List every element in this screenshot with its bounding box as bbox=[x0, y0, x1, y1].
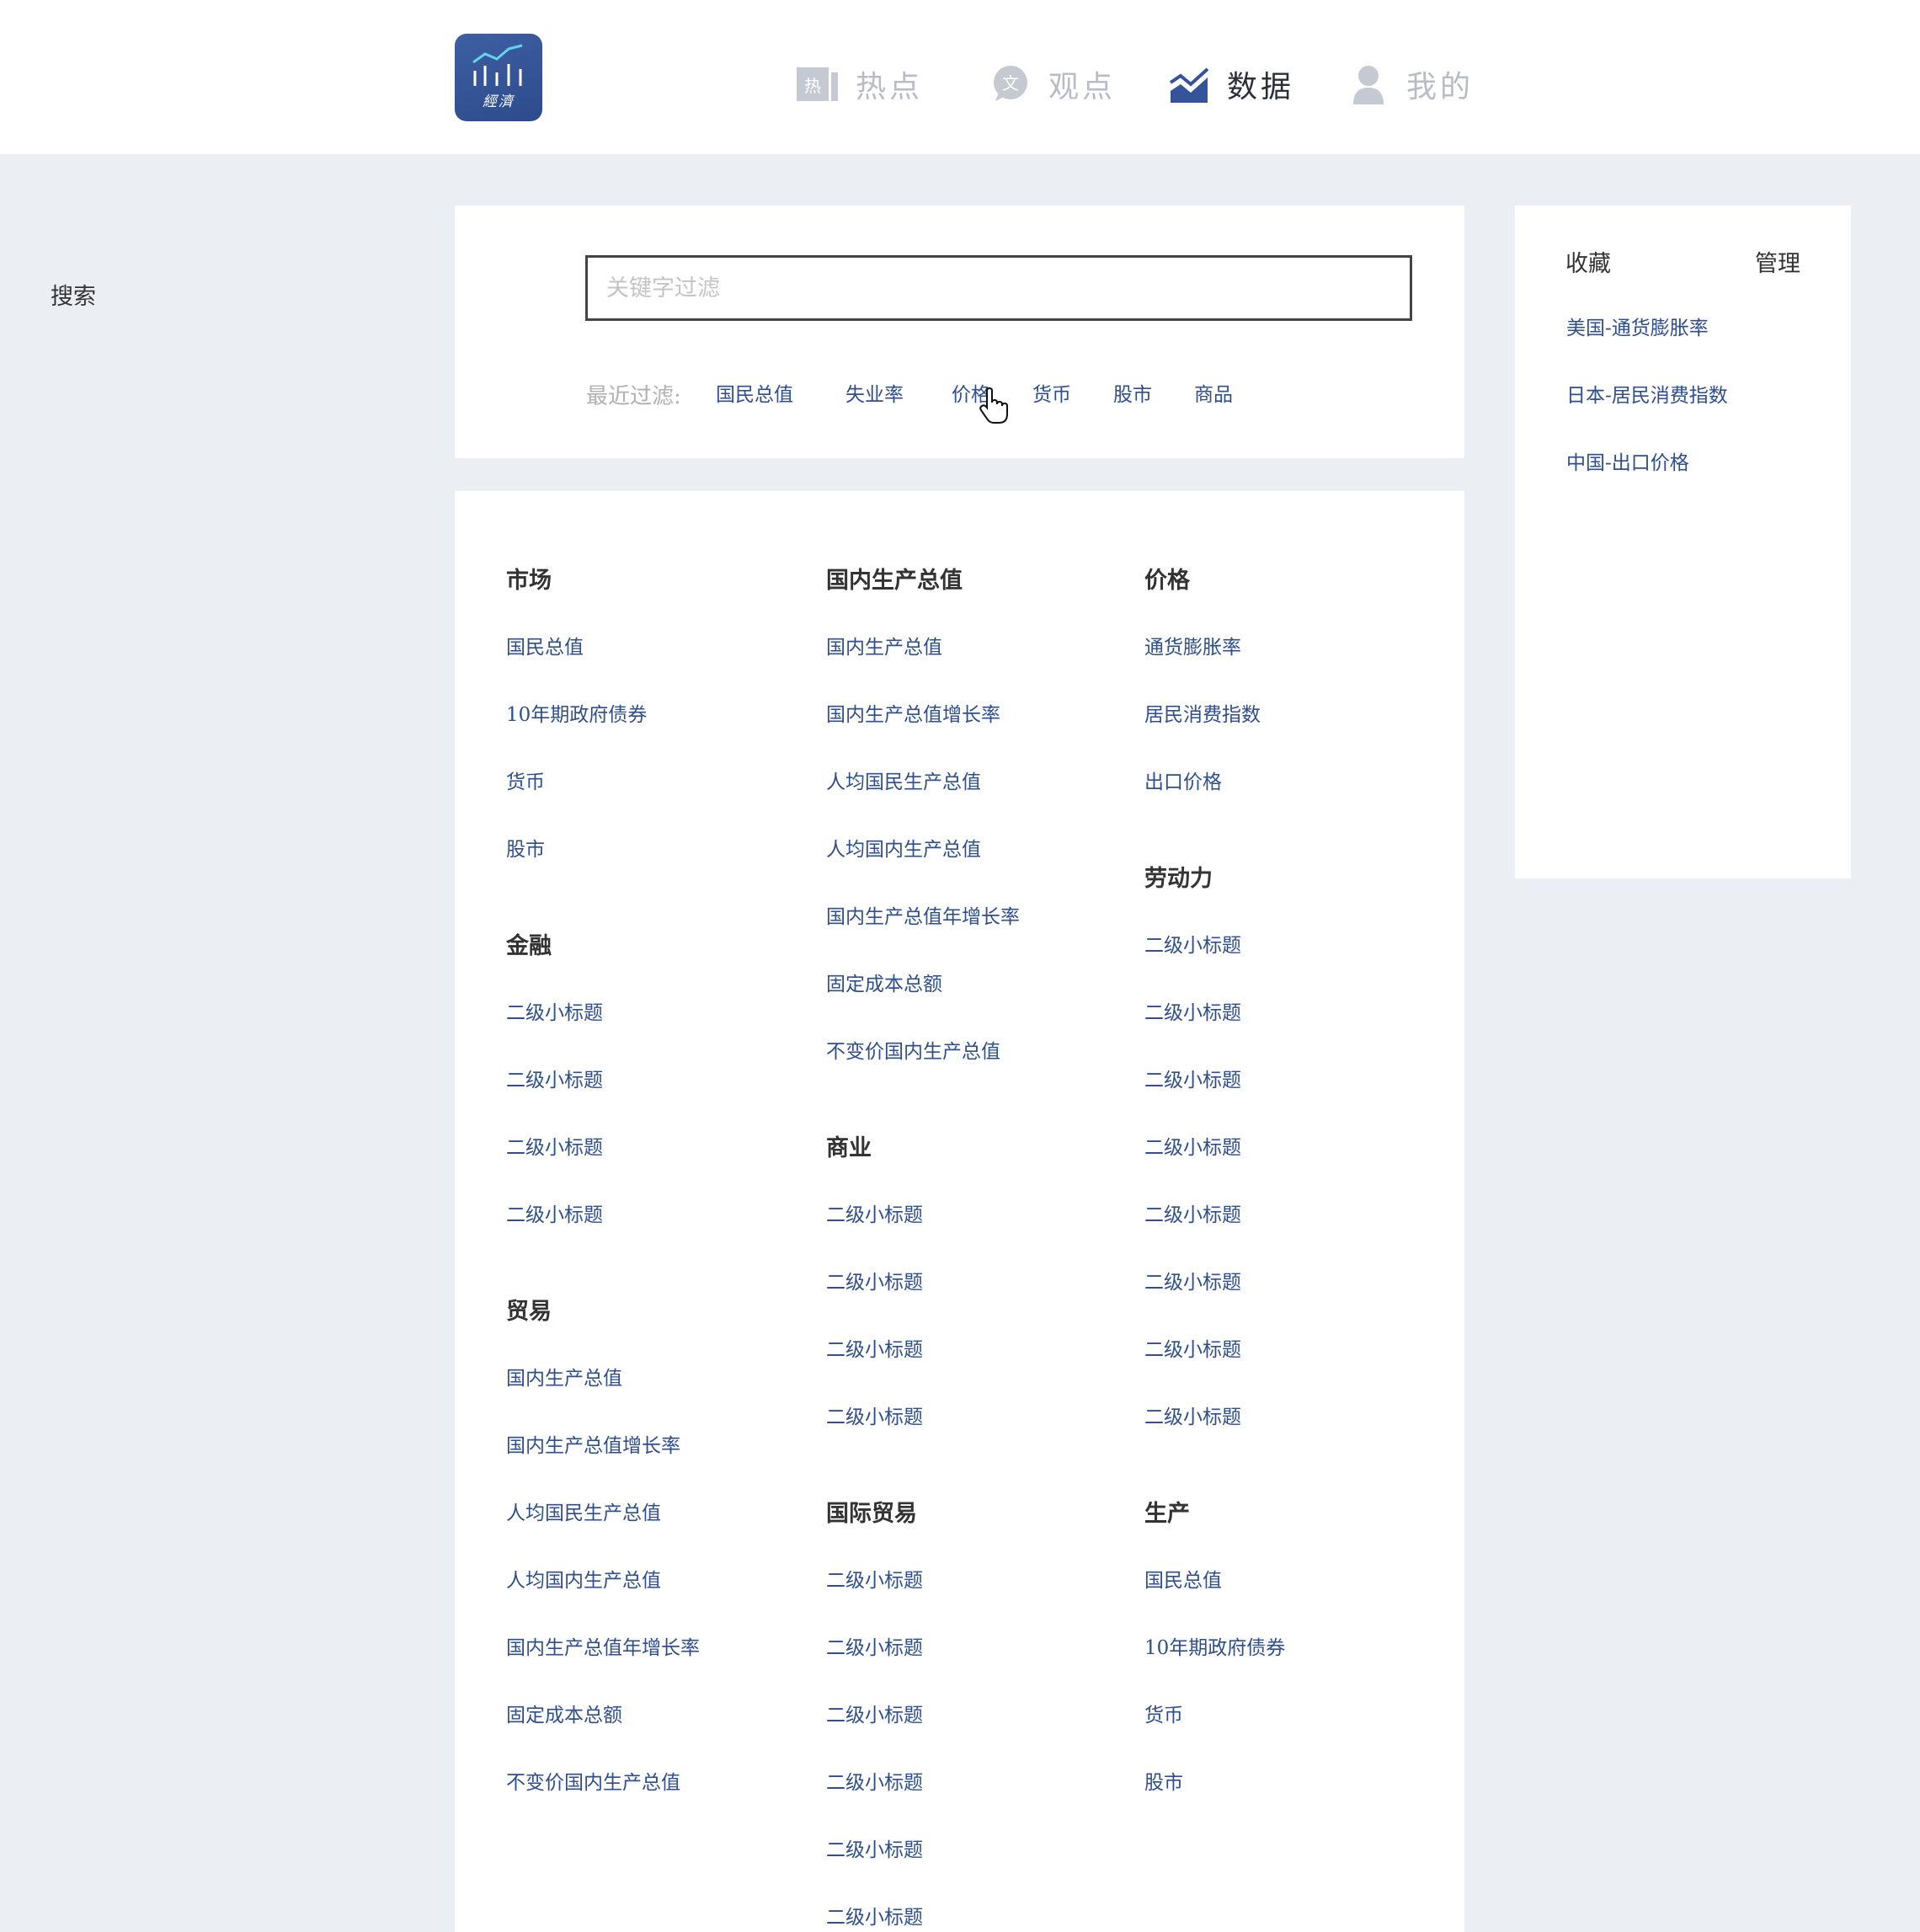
chart-icon bbox=[1168, 63, 1210, 105]
category-link[interactable]: 二级小标题 bbox=[826, 1833, 923, 1862]
nav-tab-mine[interactable]: 我的 bbox=[1347, 61, 1474, 108]
category-link[interactable]: 二级小标题 bbox=[1144, 1131, 1241, 1160]
category-link[interactable]: 国民总值 bbox=[1144, 1564, 1222, 1593]
category-link[interactable]: 10年期政府债券 bbox=[506, 698, 647, 727]
category-link[interactable]: 股市 bbox=[1144, 1766, 1183, 1795]
category-link[interactable]: 二级小标题 bbox=[826, 1333, 923, 1362]
favorite-item[interactable]: 中国-出口价格 bbox=[1566, 446, 1689, 475]
nav-label-data: 数据 bbox=[1227, 70, 1295, 104]
category-link[interactable]: 二级小标题 bbox=[826, 1198, 923, 1227]
category-link[interactable]: 国内生产总值 bbox=[826, 631, 942, 659]
category-link[interactable]: 人均国民生产总值 bbox=[506, 1497, 661, 1525]
category-link[interactable]: 国内生产总值年增长率 bbox=[826, 900, 1020, 929]
category-link[interactable]: 国内生产总值 bbox=[506, 1362, 622, 1390]
category-link[interactable]: 二级小标题 bbox=[506, 1064, 603, 1092]
category-link[interactable]: 二级小标题 bbox=[506, 1198, 603, 1227]
category-link[interactable]: 二级小标题 bbox=[1144, 1198, 1241, 1227]
category-link[interactable]: 国内生产总值年增长率 bbox=[506, 1631, 700, 1660]
category-link[interactable]: 二级小标题 bbox=[506, 1131, 603, 1160]
recent-filters-label: 最近过滤: bbox=[586, 384, 681, 409]
view-icon: 文 bbox=[989, 63, 1032, 105]
category-link[interactable]: 固定成本总额 bbox=[826, 968, 942, 996]
category-heading: 贸易 bbox=[506, 1299, 552, 1325]
category-link[interactable]: 不变价国内生产总值 bbox=[506, 1766, 680, 1795]
category-heading: 价格 bbox=[1144, 568, 1190, 594]
category-link[interactable]: 二级小标题 bbox=[1144, 1266, 1241, 1294]
category-link[interactable]: 国民总值 bbox=[506, 631, 584, 659]
category-link[interactable]: 国内生产总值增长率 bbox=[506, 1429, 680, 1458]
category-link[interactable]: 人均国内生产总值 bbox=[506, 1564, 661, 1593]
recent-filter-item[interactable]: 股市 bbox=[1113, 378, 1152, 407]
category-link[interactable]: 二级小标题 bbox=[826, 1766, 923, 1795]
category-link[interactable]: 二级小标题 bbox=[826, 1266, 923, 1294]
nav-tab-data[interactable]: 数据 bbox=[1168, 61, 1294, 108]
nav-label-hot: 热点 bbox=[856, 70, 924, 104]
svg-text:热: 热 bbox=[804, 76, 821, 96]
user-icon bbox=[1347, 63, 1389, 105]
category-link[interactable]: 货币 bbox=[1144, 1699, 1183, 1727]
favorites-title: 收藏 bbox=[1565, 251, 1611, 277]
category-link[interactable]: 二级小标题 bbox=[826, 1401, 923, 1429]
recent-filter-item[interactable]: 商品 bbox=[1194, 378, 1233, 407]
app-logo[interactable]: 經濟 bbox=[455, 34, 542, 121]
category-link[interactable]: 人均国民生产总值 bbox=[826, 766, 981, 794]
category-link[interactable]: 固定成本总额 bbox=[506, 1699, 622, 1727]
category-heading: 金融 bbox=[506, 933, 552, 959]
svg-text:文: 文 bbox=[1002, 73, 1019, 93]
category-link[interactable]: 出口价格 bbox=[1144, 766, 1222, 794]
search-input[interactable] bbox=[585, 255, 1412, 321]
category-link[interactable]: 二级小标题 bbox=[1144, 1401, 1241, 1429]
category-heading: 国际贸易 bbox=[826, 1501, 917, 1527]
category-link[interactable]: 二级小标题 bbox=[826, 1901, 923, 1929]
category-link[interactable]: 二级小标题 bbox=[826, 1564, 923, 1593]
nav-label-view: 观点 bbox=[1048, 70, 1117, 104]
category-link[interactable]: 居民消费指数 bbox=[1144, 698, 1261, 727]
recent-filter-item[interactable]: 失业率 bbox=[845, 378, 904, 407]
recent-filter-item[interactable]: 货币 bbox=[1032, 378, 1071, 407]
category-link[interactable]: 国内生产总值增长率 bbox=[826, 698, 1000, 727]
category-link[interactable]: 不变价国内生产总值 bbox=[826, 1035, 1000, 1064]
category-link[interactable]: 二级小标题 bbox=[1144, 1064, 1241, 1092]
category-heading: 市场 bbox=[506, 568, 552, 594]
favorites-panel bbox=[1515, 205, 1851, 878]
hand-cursor-icon bbox=[979, 387, 1008, 424]
category-link[interactable]: 二级小标题 bbox=[506, 996, 603, 1025]
hot-icon: 热 bbox=[797, 63, 839, 105]
favorites-manage-button[interactable]: 管理 bbox=[1755, 245, 1800, 278]
category-heading: 生产 bbox=[1144, 1501, 1190, 1527]
category-heading: 商业 bbox=[826, 1135, 872, 1161]
category-link[interactable]: 二级小标题 bbox=[1144, 1333, 1241, 1362]
favorite-item[interactable]: 日本-居民消费指数 bbox=[1566, 379, 1728, 408]
nav-label-mine: 我的 bbox=[1406, 70, 1475, 104]
recent-filter-item[interactable]: 国民总值 bbox=[716, 378, 793, 407]
category-link[interactable]: 二级小标题 bbox=[826, 1699, 923, 1727]
category-link[interactable]: 通货膨胀率 bbox=[1144, 631, 1241, 659]
top-header: 經濟 热 热点 文 观点 数据 我的 bbox=[0, 0, 1920, 154]
category-link[interactable]: 10年期政府债券 bbox=[1144, 1631, 1285, 1660]
category-link[interactable]: 货币 bbox=[506, 766, 545, 794]
category-link[interactable]: 人均国内生产总值 bbox=[826, 833, 981, 862]
category-link[interactable]: 股市 bbox=[506, 833, 545, 862]
search-panel bbox=[455, 205, 1464, 458]
category-heading: 国内生产总值 bbox=[826, 568, 963, 594]
favorite-item[interactable]: 美国-通货膨胀率 bbox=[1566, 312, 1709, 340]
search-label: 搜索 bbox=[51, 284, 96, 310]
category-link[interactable]: 二级小标题 bbox=[1144, 929, 1241, 958]
nav-tab-hot[interactable]: 热 热点 bbox=[797, 61, 923, 108]
logo-text: 經濟 bbox=[483, 93, 515, 110]
category-link[interactable]: 二级小标题 bbox=[1144, 996, 1241, 1025]
nav-tab-view[interactable]: 文 观点 bbox=[989, 61, 1116, 108]
category-link[interactable]: 二级小标题 bbox=[826, 1631, 923, 1660]
category-heading: 劳动力 bbox=[1144, 866, 1213, 892]
